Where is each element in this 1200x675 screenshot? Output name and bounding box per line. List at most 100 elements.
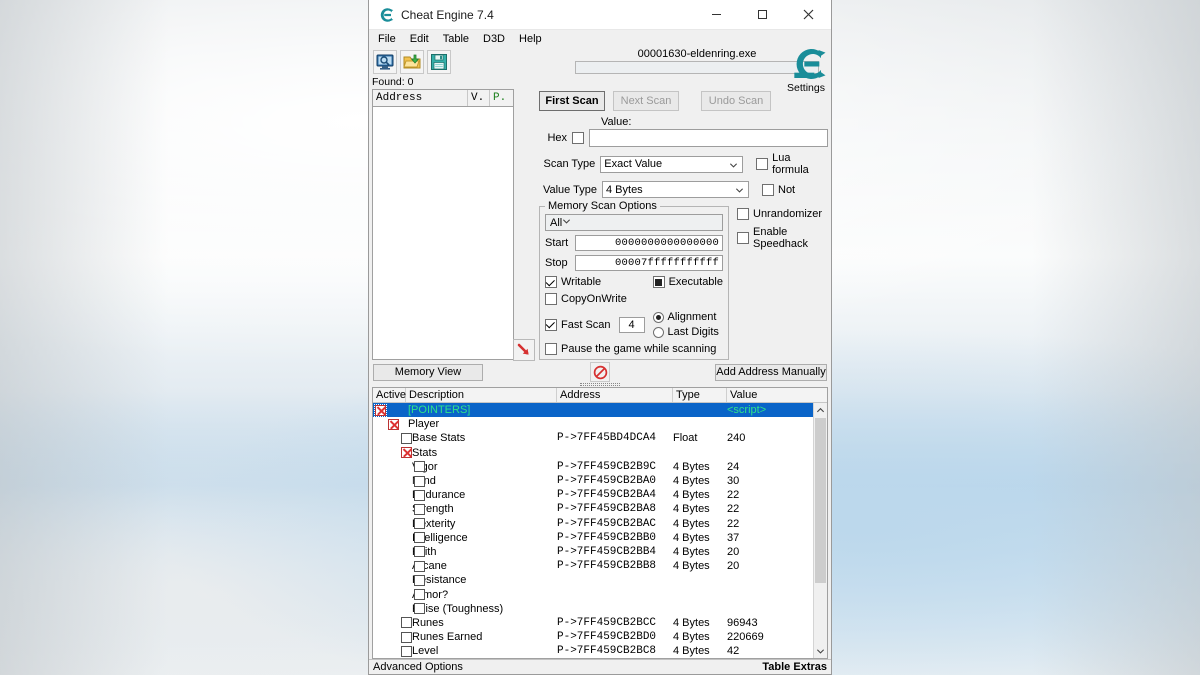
speedhack-checkbox[interactable] bbox=[737, 232, 749, 244]
table-row[interactable]: Strength P->7FF459CB2BA8 4 Bytes 22 bbox=[373, 502, 827, 516]
pause-game-checkbox[interactable] bbox=[545, 343, 557, 355]
col-active[interactable]: Active bbox=[373, 388, 406, 402]
alignment-option[interactable]: Alignment bbox=[652, 311, 719, 323]
row-active-checkbox[interactable] bbox=[401, 631, 412, 643]
scroll-down-button[interactable] bbox=[814, 644, 827, 658]
table-row[interactable]: Runes Earned P->7FF459CB2BD0 4 Bytes 220669 bbox=[373, 630, 827, 644]
table-row[interactable]: Endurance P->7FF459CB2BA4 4 Bytes 22 bbox=[373, 488, 827, 502]
row-description: Stats bbox=[412, 446, 438, 459]
col-value[interactable]: Value bbox=[727, 388, 827, 402]
table-row[interactable]: Resistance bbox=[373, 573, 827, 587]
speedhack-row[interactable]: Enable Speedhack bbox=[737, 226, 828, 250]
menu-table[interactable]: Table bbox=[443, 32, 476, 46]
unrandomizer-checkbox[interactable] bbox=[737, 208, 749, 220]
table-row[interactable]: Level P->7FF459CB2BC8 4 Bytes 42 bbox=[373, 644, 827, 658]
last-digits-option[interactable]: Last Digits bbox=[652, 326, 719, 338]
lua-formula-checkbox[interactable] bbox=[756, 158, 769, 170]
row-active-checkbox[interactable] bbox=[414, 560, 425, 572]
row-active-checkbox[interactable] bbox=[401, 432, 412, 444]
menu-help[interactable]: Help bbox=[519, 32, 549, 46]
first-scan-button[interactable]: First Scan bbox=[539, 91, 605, 111]
row-active-checkbox[interactable] bbox=[414, 461, 425, 473]
col-address[interactable]: Address bbox=[557, 388, 673, 402]
fast-scan-checkbox[interactable] bbox=[545, 318, 557, 331]
writable-checkbox[interactable] bbox=[545, 276, 557, 288]
table-row[interactable]: Dexterity P->7FF459CB2BAC 4 Bytes 22 bbox=[373, 517, 827, 531]
row-active-checkbox[interactable] bbox=[414, 574, 425, 586]
last-digits-radio[interactable] bbox=[652, 326, 664, 338]
table-row[interactable]: Poise (Toughness) bbox=[373, 602, 827, 616]
table-row[interactable]: FaithP->7FF459CB2BB4 4 Bytes 20 bbox=[373, 545, 827, 559]
col-type[interactable]: Type bbox=[673, 388, 727, 402]
table-row[interactable]: Player bbox=[373, 417, 827, 431]
table-row[interactable]: Stats bbox=[373, 446, 827, 460]
col-description[interactable]: Description bbox=[406, 388, 557, 402]
stop-scan-button[interactable] bbox=[590, 362, 610, 382]
row-active-checkbox[interactable] bbox=[401, 617, 412, 629]
start-row: Start 0000000000000000 bbox=[545, 235, 723, 251]
row-active-checkbox[interactable] bbox=[414, 546, 425, 558]
row-active-checkbox[interactable] bbox=[374, 403, 387, 417]
row-active-checkbox[interactable] bbox=[414, 503, 425, 515]
results-col-address[interactable]: Address bbox=[373, 90, 468, 106]
start-input[interactable]: 0000000000000000 bbox=[575, 235, 723, 251]
row-active-checkbox[interactable] bbox=[414, 518, 425, 530]
row-active-checkbox[interactable] bbox=[414, 603, 425, 615]
undo-scan-button[interactable]: Undo Scan bbox=[701, 91, 771, 111]
value-type-value: 4 Bytes bbox=[606, 183, 643, 196]
not-option[interactable]: Not bbox=[762, 183, 795, 196]
table-row[interactable]: VigorP->7FF459CB2B9C 4 Bytes 24 bbox=[373, 460, 827, 474]
menu-d3d[interactable]: D3D bbox=[483, 32, 512, 46]
lua-formula-option[interactable]: Lua formula bbox=[756, 152, 828, 176]
value-input[interactable] bbox=[589, 129, 828, 147]
stop-input[interactable]: 00007fffffffffff bbox=[575, 255, 723, 271]
close-button[interactable] bbox=[785, 0, 831, 30]
minimize-button[interactable] bbox=[693, 0, 739, 30]
alignment-radio[interactable] bbox=[652, 311, 664, 323]
save-table-button[interactable] bbox=[427, 50, 451, 74]
table-extras-link[interactable]: Table Extras bbox=[762, 661, 827, 673]
memory-view-button[interactable]: Memory View bbox=[373, 363, 483, 381]
menu-file[interactable]: File bbox=[378, 32, 403, 46]
scroll-up-button[interactable] bbox=[814, 403, 827, 417]
scan-type-select[interactable]: Exact Value bbox=[600, 155, 744, 173]
next-scan-button[interactable]: Next Scan bbox=[613, 91, 679, 111]
executable-checkbox[interactable] bbox=[652, 276, 665, 288]
not-checkbox[interactable] bbox=[762, 183, 774, 196]
row-active-checkbox[interactable] bbox=[401, 645, 412, 657]
row-active-checkbox[interactable] bbox=[401, 447, 412, 459]
scrollbar-thumb[interactable] bbox=[815, 418, 826, 583]
scan-results-list[interactable] bbox=[372, 106, 514, 360]
table-row[interactable]: Base Stats P->7FF45BD4DCA4 Float 240 bbox=[373, 431, 827, 445]
executable-option[interactable]: Executable bbox=[652, 276, 723, 288]
row-active-checkbox[interactable] bbox=[388, 418, 399, 430]
fast-scan-value-input[interactable]: 4 bbox=[618, 316, 645, 333]
row-active-checkbox[interactable] bbox=[414, 475, 425, 487]
value-type-select[interactable]: 4 Bytes bbox=[602, 181, 749, 198]
row-active-checkbox[interactable] bbox=[414, 532, 425, 544]
region-select[interactable]: All bbox=[545, 214, 723, 231]
add-address-manually-button[interactable]: Add Address Manually bbox=[715, 363, 827, 381]
advanced-options-link[interactable]: Advanced Options bbox=[373, 661, 463, 673]
results-col-previous[interactable]: P. bbox=[490, 90, 513, 106]
table-row[interactable]: Arcane P->7FF459CB2BB8 4 Bytes 20 bbox=[373, 559, 827, 573]
table-row[interactable]: Intelligence P->7FF459CB2BB0 4 Bytes 37 bbox=[373, 531, 827, 545]
table-row[interactable]: Runes P->7FF459CB2BCC 4 Bytes 96943 bbox=[373, 616, 827, 630]
copyonwrite-row[interactable]: CopyOnWrite bbox=[545, 293, 723, 305]
table-row[interactable]: Armor? bbox=[373, 587, 827, 601]
copy-to-table-button[interactable] bbox=[513, 339, 535, 361]
copyonwrite-checkbox[interactable] bbox=[545, 293, 557, 305]
open-table-button[interactable] bbox=[400, 50, 424, 74]
table-row[interactable]: [POINTERS] <script> bbox=[373, 403, 827, 418]
row-active-checkbox[interactable] bbox=[414, 589, 425, 601]
row-active-checkbox[interactable] bbox=[414, 489, 425, 501]
unrandomizer-row[interactable]: Unrandomizer bbox=[737, 208, 828, 220]
results-col-value[interactable]: V. bbox=[468, 90, 490, 106]
hex-checkbox[interactable] bbox=[572, 132, 584, 144]
address-table-scrollbar[interactable] bbox=[813, 403, 827, 658]
pause-game-row[interactable]: Pause the game while scanning bbox=[545, 343, 723, 355]
menu-edit[interactable]: Edit bbox=[410, 32, 436, 46]
open-process-button[interactable] bbox=[373, 50, 397, 74]
table-row[interactable]: MindP->7FF459CB2BA0 4 Bytes 30 bbox=[373, 474, 827, 488]
maximize-button[interactable] bbox=[739, 0, 785, 30]
